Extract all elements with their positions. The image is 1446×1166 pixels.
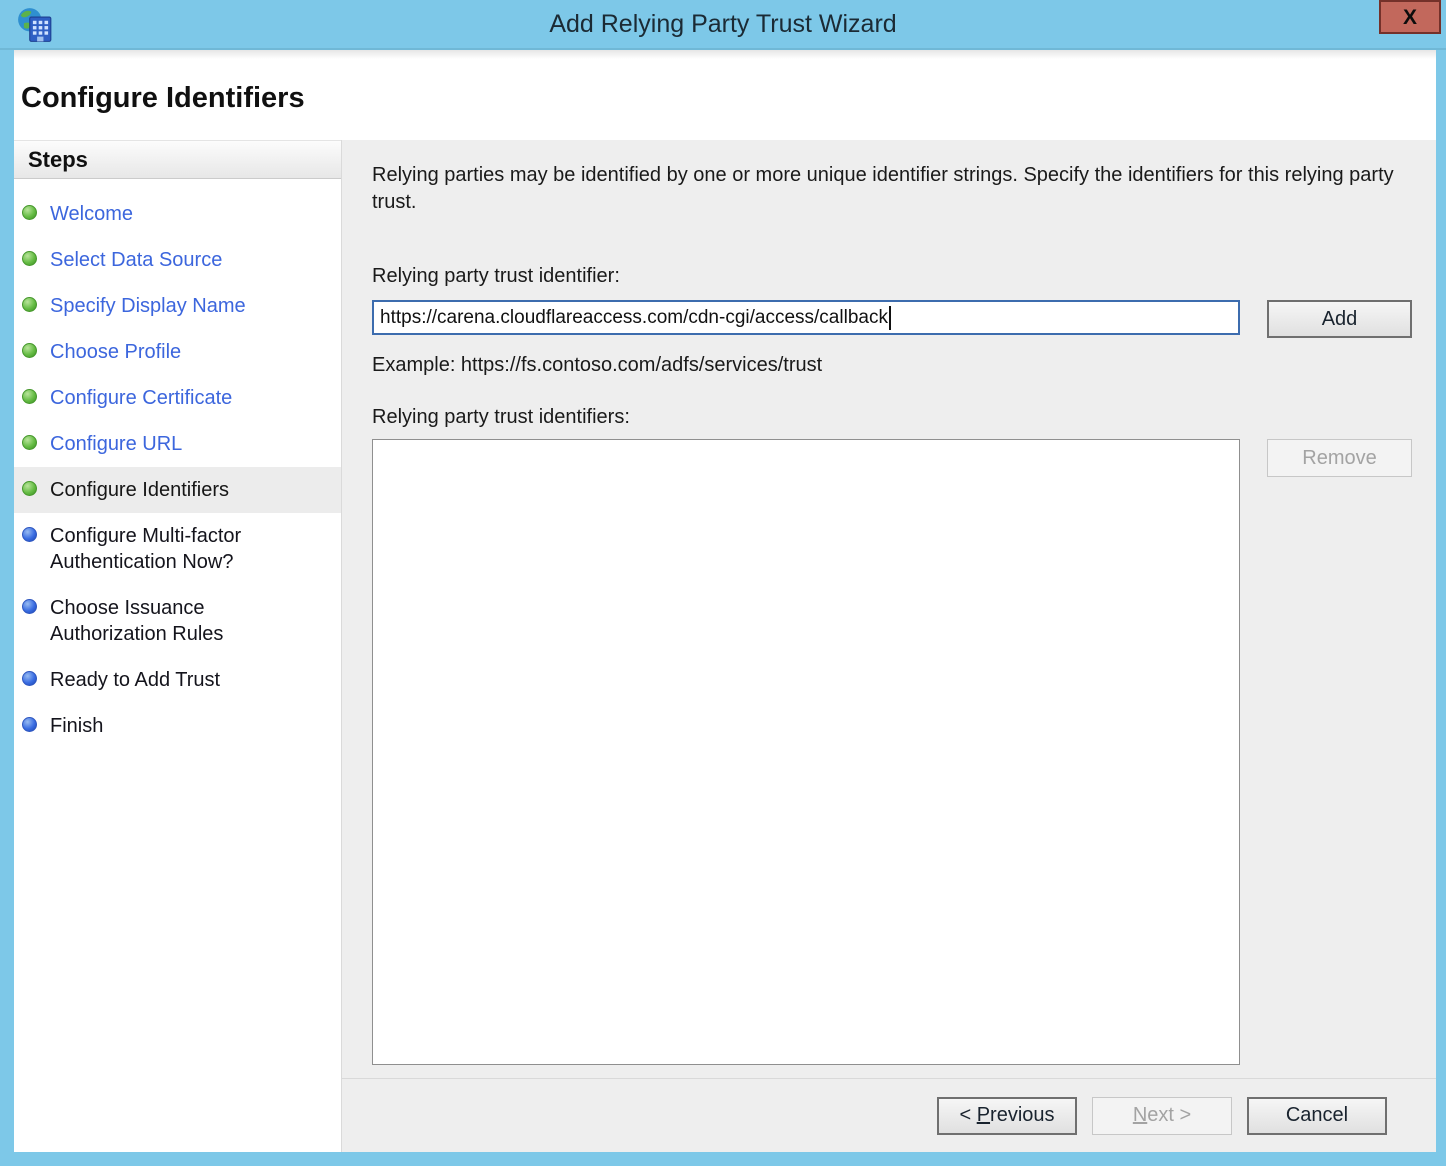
step-item-label: Ready to Add Trust [50, 667, 220, 693]
step-done-dot-icon [22, 297, 37, 312]
identifier-input-row: https://carena.cloudflareaccess.com/cdn-… [372, 300, 1412, 338]
titlebar: Add Relying Party Trust Wizard X [0, 0, 1446, 50]
steps-header: Steps [14, 140, 341, 179]
previous-button[interactable]: < Previous [937, 1097, 1077, 1135]
step-item-label: Select Data Source [50, 247, 222, 273]
step-item: Configure Identifiers [14, 467, 341, 513]
cancel-button[interactable]: Cancel [1247, 1097, 1387, 1135]
steps-list: Welcome Select Data Source Specify Display… [14, 191, 341, 749]
step-item: Specify Display Name [14, 283, 341, 329]
identifier-input[interactable]: https://carena.cloudflareaccess.com/cdn-… [372, 300, 1240, 335]
wizard-window: Add Relying Party Trust Wizard X Configu… [0, 0, 1446, 1166]
content-pane: Relying parties may be identified by one… [342, 140, 1436, 1152]
step-item-label: Configure URL [50, 431, 182, 457]
text-caret [889, 306, 891, 330]
step-item-label: Configure Certificate [50, 385, 232, 411]
step-item: Finish [14, 703, 341, 749]
step-pending-dot-icon [22, 717, 37, 732]
step-item: Choose Issuance Authorization Rules [14, 585, 341, 657]
step-pending-dot-icon [22, 527, 37, 542]
identifier-input-value: https://carena.cloudflareaccess.com/cdn-… [380, 307, 888, 329]
identifiers-listbox-row: Remove [372, 439, 1412, 1065]
next-button-label: Next > [1133, 1104, 1191, 1126]
step-item-label: Configure Multi-factor Authentication No… [50, 523, 290, 575]
intro-text: Relying parties may be identified by one… [372, 162, 1412, 216]
window-title: Add Relying Party Trust Wizard [549, 10, 896, 39]
example-text: Example: https://fs.contoso.com/adfs/ser… [372, 354, 1412, 377]
step-done-dot-icon [22, 389, 37, 404]
step-done-dot-icon [22, 251, 37, 266]
add-button[interactable]: Add [1267, 300, 1412, 338]
step-item-label: Welcome [50, 201, 133, 227]
identifiers-listbox[interactable] [372, 439, 1240, 1065]
step-item-label: Finish [50, 713, 103, 739]
close-button[interactable]: X [1379, 0, 1441, 34]
step-pending-dot-icon [22, 599, 37, 614]
remove-button[interactable]: Remove [1267, 439, 1412, 477]
step-item-label: Configure Identifiers [50, 477, 229, 503]
step-item: Ready to Add Trust [14, 657, 341, 703]
step-item: Configure URL [14, 421, 341, 467]
footer-button-bar: < Previous Next > Cancel [342, 1078, 1436, 1152]
step-done-dot-icon [22, 343, 37, 358]
step-item: Configure Certificate [14, 375, 341, 421]
identifiers-list-label: Relying party trust identifiers: [372, 406, 1412, 429]
adfs-icon [16, 6, 54, 44]
page-title: Configure Identifiers [21, 82, 305, 115]
step-item: Welcome [14, 191, 341, 237]
steps-sidebar: Steps Welcome Select Data Source Specify D… [14, 140, 342, 1152]
step-done-dot-icon [22, 481, 37, 496]
step-done-dot-icon [22, 435, 37, 450]
step-done-dot-icon [22, 205, 37, 220]
next-button[interactable]: Next > [1092, 1097, 1232, 1135]
step-item: Configure Multi-factor Authentication No… [14, 513, 341, 585]
step-item: Select Data Source [14, 237, 341, 283]
step-pending-dot-icon [22, 671, 37, 686]
previous-button-label: < Previous [959, 1104, 1054, 1126]
step-item-label: Specify Display Name [50, 293, 246, 319]
identifier-label: Relying party trust identifier: [372, 265, 1412, 288]
wizard-frame: Configure Identifiers Steps Welcome Selec… [14, 50, 1436, 1152]
step-item-label: Choose Profile [50, 339, 181, 365]
step-item-label: Choose Issuance Authorization Rules [50, 595, 290, 647]
wizard-body: Steps Welcome Select Data Source Specify D… [14, 140, 1436, 1152]
step-item: Choose Profile [14, 329, 341, 375]
page-header: Configure Identifiers [14, 50, 1436, 140]
